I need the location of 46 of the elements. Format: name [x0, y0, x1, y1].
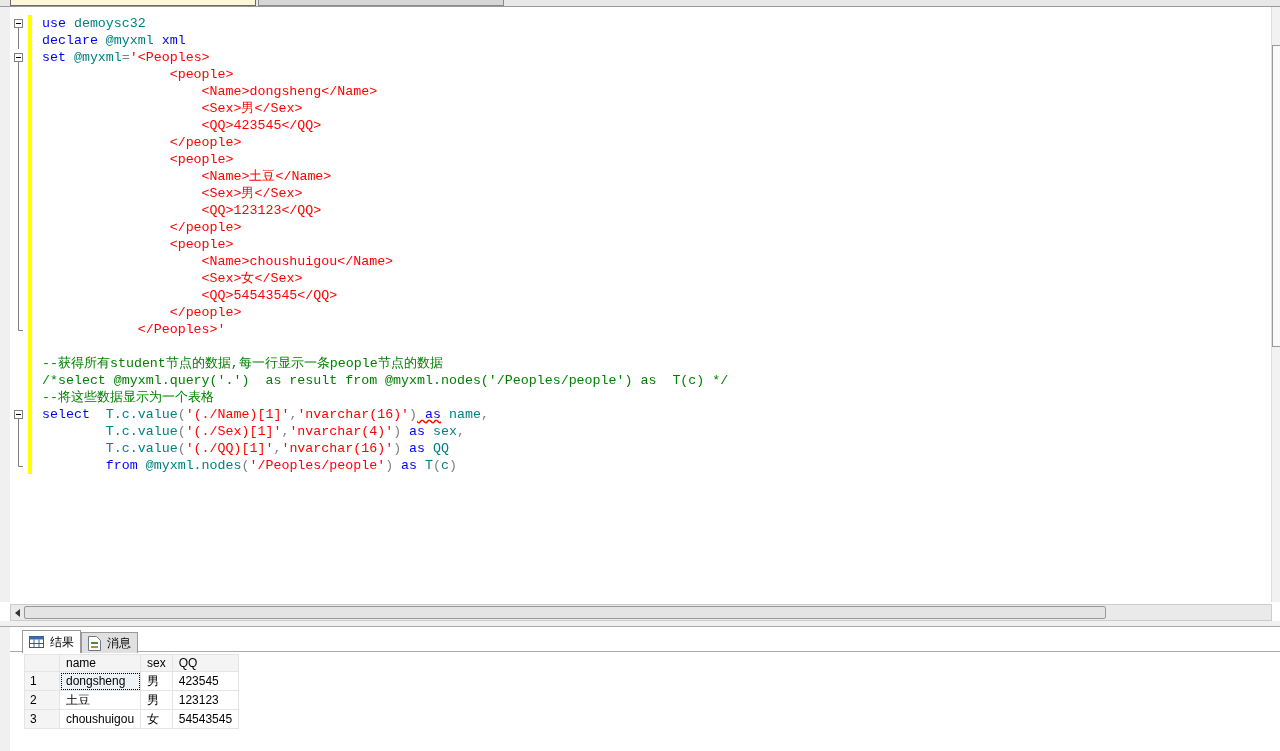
code-line: </Peoples>': [136, 321, 227, 338]
code-line: /*select @myxml.query('.') as result from @myxml.nodes('/Peoples/people') as T(c) */: [42, 372, 730, 389]
table-cell: 123123: [172, 690, 239, 710]
editor-tab[interactable]: [10, 0, 256, 6]
code-line: <Sex>男</Sex>: [200, 100, 304, 117]
code-line: </people>: [168, 304, 243, 321]
code-line: </people>: [168, 219, 243, 236]
code-line: <QQ>123123</QQ>: [200, 202, 323, 219]
code-line: <people>: [168, 151, 235, 168]
column-header[interactable]: sex: [140, 654, 173, 672]
code-line: <Name>土豆</Name>: [200, 168, 333, 185]
table-cell: 女: [140, 709, 173, 729]
code-line: use demoysc32: [42, 15, 147, 32]
table-cell: 423545: [172, 671, 239, 691]
code-line: <QQ>54543545</QQ>: [200, 287, 339, 304]
code-line: <people>: [168, 66, 235, 83]
code-line: --将这些数据显示为一个表格: [42, 389, 215, 406]
code-line: T.c.value('(./Sex)[1]','nvarchar(4)') as sex,: [104, 423, 466, 440]
table-cell: 54543545: [172, 709, 239, 729]
code-line: <Name>dongsheng</Name>: [200, 83, 379, 100]
code-line: select T.c.value('(./Name)[1]','nvarchar(16)') as name,: [42, 406, 490, 423]
document-icon: [88, 635, 101, 651]
scrollbar-thumb[interactable]: [24, 606, 1106, 619]
table-cell: 男: [140, 690, 173, 710]
result-tab[interactable]: 消息: [81, 632, 138, 653]
code-line: </people>: [168, 134, 243, 151]
table-cell: 土豆: [59, 690, 141, 710]
table-cell: 男: [140, 671, 173, 691]
code-line: T.c.value('(./QQ)[1]','nvarchar(16)') as QQ: [104, 440, 450, 457]
grid-icon: [29, 636, 44, 648]
code-line: set @myxml='<Peoples>: [42, 49, 211, 66]
code-line: <Sex>女</Sex>: [200, 270, 304, 287]
horizontal-scrollbar[interactable]: [10, 604, 1272, 621]
column-header[interactable]: name: [59, 654, 141, 672]
code-line: <Sex>男</Sex>: [200, 185, 304, 202]
table-cell: choushuigou: [59, 709, 141, 729]
code-line: --获得所有student节点的数据,每一行显示一条people节点的数据: [42, 355, 444, 372]
left-arrow-icon[interactable]: [15, 608, 20, 617]
code-line: from @myxml.nodes('/Peoples/people') as T(c): [104, 457, 458, 474]
column-header[interactable]: QQ: [172, 654, 239, 672]
code-line: declare @myxml xml: [42, 32, 187, 49]
code-line: <QQ>423545</QQ>: [200, 117, 323, 134]
scrollbar-thumb[interactable]: [1272, 45, 1280, 347]
result-tab[interactable]: 结果: [22, 630, 81, 653]
code-line: <Name>choushuigou</Name>: [200, 253, 395, 270]
code-line: <people>: [168, 236, 235, 253]
